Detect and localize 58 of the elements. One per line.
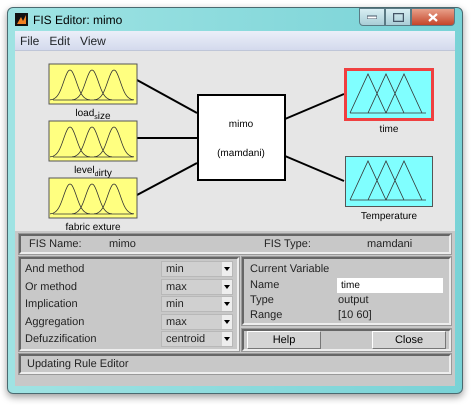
method-dropdown[interactable]: min [161,296,233,312]
status-message: Updating Rule Editor [27,356,129,372]
fis-name-label: FIS Name: [29,236,83,252]
output-variable-block[interactable] [344,68,434,121]
input-variable-block[interactable] [48,64,138,104]
action-button[interactable]: Close [372,331,446,349]
caret-icon [224,337,230,342]
menu-item[interactable]: Edit [49,32,70,50]
connector-line [284,93,344,120]
type-label: Type [250,292,275,308]
method-dropdown[interactable]: min [161,261,233,278]
maximize-button[interactable] [385,8,411,26]
minimize-button[interactable] [359,8,385,26]
range-value: [10 60] [338,308,373,323]
variable-label: fabric exture [65,222,121,231]
fis-type-value: mamdani [367,236,414,252]
caret-icon [224,284,230,289]
name-field[interactable]: time [337,278,443,292]
method-dropdown[interactable]: max [161,314,233,330]
connector-line [284,155,344,182]
menu-item[interactable]: File [20,32,40,50]
connector-line [136,162,198,196]
system-block[interactable] [197,94,286,181]
caret-icon [224,320,230,324]
system-type: (mamdani) [217,148,265,159]
close-button[interactable] [411,8,455,26]
name-label: Name [250,278,280,293]
variable-label: level$_{d}$irty [74,165,112,179]
variable-label: time [380,124,398,135]
action-button[interactable]: Help [247,331,321,349]
window-title: FIS Editor: mimo [33,12,122,28]
caret-icon [224,267,230,272]
method-label: Implication [25,297,79,312]
type-value: output [338,292,370,308]
variable-label: load$_{s}$ize [75,108,111,122]
connector-line [136,79,198,114]
output-variable-block[interactable] [345,156,433,207]
connector-line [137,137,197,139]
input-variable-block[interactable] [48,178,138,218]
panel-title: Current Variable [250,262,330,277]
maximize-icon [392,12,404,22]
method-dropdown[interactable]: max [161,278,233,295]
variable-label: Temperature [360,211,418,222]
method-label: And method [25,262,86,277]
method-label: Aggregation [25,314,86,330]
fis-name-value: mimo [109,236,136,252]
system-name: mimo [228,119,254,130]
close-icon [428,12,438,22]
minimize-icon [367,15,377,19]
menu-item[interactable]: View [80,32,106,50]
method-dropdown[interactable]: centroid [161,331,233,348]
app-icon [15,13,28,26]
caret-icon [224,302,230,306]
method-label: Defuzzification [25,332,98,347]
fis-type-label: FIS Type: [264,236,312,252]
method-label: Or method [25,280,78,294]
range-label: Range [250,308,284,323]
input-variable-block[interactable] [48,120,138,162]
